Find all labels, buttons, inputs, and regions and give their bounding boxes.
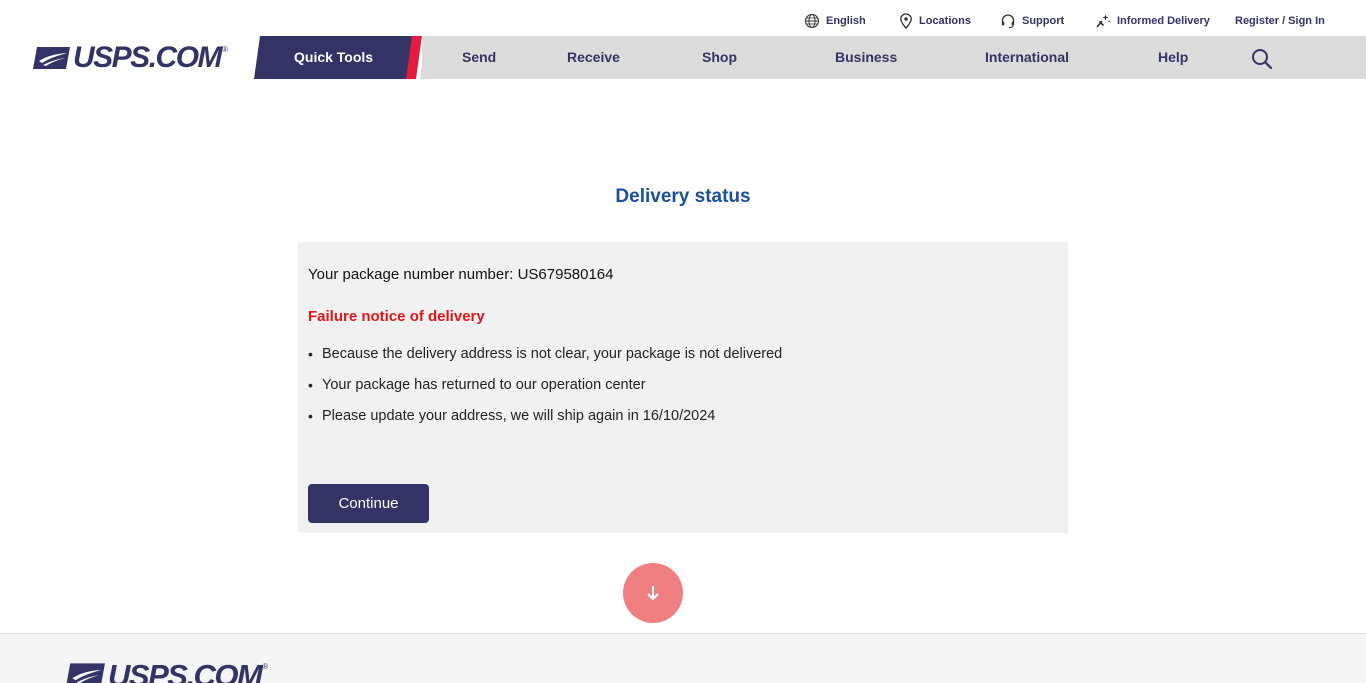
footer-logo-text: USPS.COM bbox=[108, 658, 263, 683]
informed-delivery-label: Informed Delivery bbox=[1117, 15, 1210, 27]
locations-link[interactable]: Locations bbox=[899, 12, 971, 30]
locations-label: Locations bbox=[919, 15, 971, 27]
informed-delivery-icon bbox=[1096, 14, 1111, 28]
nav-shop[interactable]: Shop bbox=[702, 49, 737, 65]
bullet-dot: • bbox=[308, 346, 313, 362]
bullet-dot: • bbox=[308, 377, 313, 393]
quick-tools-label: Quick Tools bbox=[294, 49, 374, 65]
usps-logo[interactable]: USPS.COM ® bbox=[33, 41, 228, 74]
utility-bar: English Locations Support Informed Deliv… bbox=[0, 0, 1366, 36]
main-nav: USPS.COM ® Quick Tools Send Receive Shop… bbox=[0, 36, 1366, 79]
nav-help[interactable]: Help bbox=[1158, 49, 1188, 65]
informed-delivery-link[interactable]: Informed Delivery bbox=[1095, 12, 1210, 30]
footer: USPS.COM ® bbox=[0, 633, 1366, 683]
delivery-status-card: Your package number number: US679580164 … bbox=[298, 242, 1068, 533]
arrow-down-icon bbox=[647, 586, 659, 601]
logo-text: USPS.COM bbox=[73, 41, 223, 74]
footer-logo[interactable]: USPS.COM ® bbox=[66, 658, 269, 683]
globe-icon bbox=[804, 13, 820, 29]
scroll-down-button[interactable] bbox=[623, 563, 683, 623]
register-signin-link[interactable]: Register / Sign In bbox=[1235, 12, 1325, 30]
nav-business[interactable]: Business bbox=[835, 49, 897, 65]
notice-text: Your package has returned to our operati… bbox=[322, 377, 646, 393]
language-link[interactable]: English bbox=[804, 12, 866, 30]
eagle-logo-icon bbox=[33, 47, 70, 69]
failure-notice-heading: Failure notice of delivery bbox=[308, 308, 485, 325]
register-signin-label: Register / Sign In bbox=[1235, 15, 1325, 27]
search-icon bbox=[1252, 49, 1273, 70]
bullet-dot: • bbox=[308, 408, 313, 424]
package-number-text: Your package number number: US679580164 bbox=[308, 266, 614, 283]
logo-registered-mark: ® bbox=[222, 45, 228, 54]
quick-tools-tab[interactable]: Quick Tools bbox=[254, 36, 422, 79]
notice-list: • Because the delivery address is not cle… bbox=[308, 346, 782, 439]
notice-text: Because the delivery address is not clea… bbox=[322, 346, 783, 362]
eagle-logo-icon bbox=[66, 663, 105, 683]
footer-logo-registered-mark: ® bbox=[262, 662, 269, 671]
page-title: Delivery status bbox=[615, 186, 751, 207]
language-label: English bbox=[826, 15, 866, 27]
headset-icon bbox=[1001, 14, 1015, 28]
support-label: Support bbox=[1022, 15, 1065, 27]
nav-receive[interactable]: Receive bbox=[567, 49, 620, 65]
nav-send[interactable]: Send bbox=[462, 49, 496, 65]
search-button[interactable] bbox=[1250, 47, 1274, 71]
list-item: • Because the delivery address is not cle… bbox=[308, 346, 782, 377]
list-item: • Please update your address, we will shi… bbox=[308, 408, 782, 439]
location-pin-icon bbox=[900, 13, 912, 29]
notice-text: Please update your address, we will ship… bbox=[322, 408, 716, 424]
nav-international[interactable]: International bbox=[985, 49, 1069, 65]
list-item: • Your package has returned to our operat… bbox=[308, 377, 782, 408]
continue-button[interactable]: Continue bbox=[308, 484, 429, 523]
support-link[interactable]: Support bbox=[1000, 12, 1064, 30]
